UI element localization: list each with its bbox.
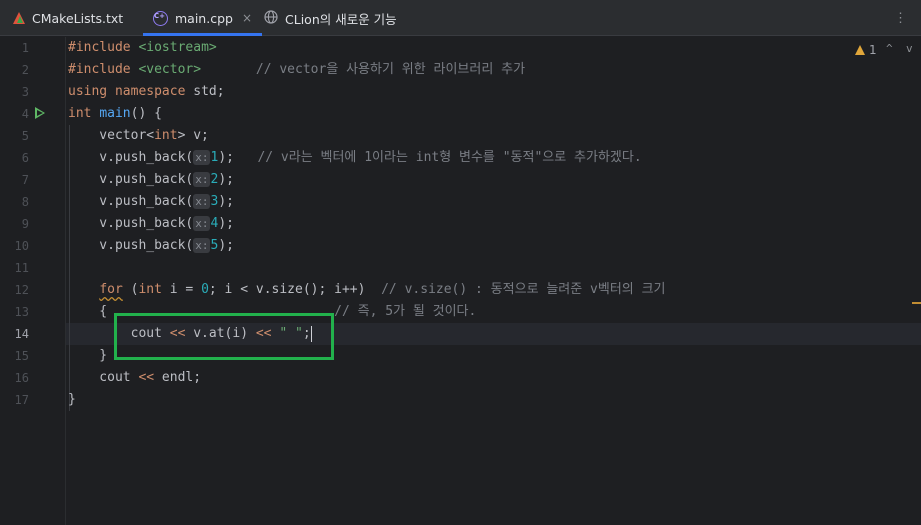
run-icon[interactable] bbox=[35, 107, 45, 119]
line-number-gutter: 1 2 3 4 5 6 7 8 9 10 11 12 13 14 15 16 1… bbox=[0, 37, 66, 525]
code-line-17: } bbox=[68, 392, 76, 407]
code-line-3: using namespace std; bbox=[68, 84, 225, 99]
code-line-2: #include <vector> // vector을 사용하기 위한 라이브… bbox=[68, 62, 526, 77]
next-highlight-icon[interactable]: v bbox=[906, 42, 913, 55]
line-number: 2 bbox=[21, 63, 29, 77]
tab-main-cpp[interactable]: C+ main.cpp × bbox=[143, 0, 262, 36]
tab-label: main.cpp bbox=[175, 10, 233, 26]
line-number: 1 bbox=[21, 41, 29, 55]
line-number: 3 bbox=[21, 85, 29, 99]
cmake-icon bbox=[13, 12, 25, 24]
line-number: 5 bbox=[21, 129, 29, 143]
line-number: 13 bbox=[14, 305, 29, 319]
line-number: 7 bbox=[21, 173, 29, 187]
previous-highlight-icon[interactable]: ^ bbox=[886, 42, 893, 55]
more-options-icon[interactable]: ⋮ bbox=[894, 11, 907, 26]
line-number: 12 bbox=[14, 283, 29, 297]
code-editor[interactable]: #include <iostream> #include <vector> //… bbox=[66, 37, 921, 525]
parameter-hint: x: bbox=[193, 216, 211, 231]
tab-cmakelists[interactable]: CMakeLists.txt bbox=[13, 0, 123, 36]
code-line-4: int main() { bbox=[68, 106, 162, 121]
warning-count: 1 bbox=[869, 43, 877, 57]
parameter-hint: x: bbox=[193, 150, 211, 165]
line-number: 11 bbox=[14, 261, 29, 275]
code-line-12: for (int i = 0; i < v.size(); i++) // v.… bbox=[99, 282, 666, 297]
annotation-highlight-box bbox=[114, 313, 334, 360]
tab-label: CLion의 새로운 기능 bbox=[285, 11, 397, 27]
tab-whats-new[interactable]: CLion의 새로운 기능 bbox=[264, 0, 397, 36]
code-line-7: v.push_back(x: 2); bbox=[68, 172, 234, 187]
globe-icon bbox=[264, 9, 278, 27]
code-line-5: vector<int> v; bbox=[68, 128, 209, 143]
code-line-10: v.push_back(x: 5); bbox=[68, 238, 234, 253]
line-number: 8 bbox=[21, 195, 29, 209]
line-number: 16 bbox=[14, 371, 29, 385]
code-line-9: v.push_back(x: 4); bbox=[68, 216, 234, 231]
inspection-widget[interactable]: 1 bbox=[855, 43, 877, 57]
code-line-16: cout << endl; bbox=[68, 370, 202, 385]
code-line-6: v.push_back(x: 1); // v라는 벡터에 1이라는 int형 변… bbox=[68, 150, 642, 165]
code-line-8: v.push_back(x: 3); bbox=[68, 194, 234, 209]
line-number: 15 bbox=[14, 349, 29, 363]
parameter-hint: x: bbox=[193, 172, 211, 187]
line-number: 17 bbox=[14, 393, 29, 407]
close-icon[interactable]: × bbox=[242, 11, 252, 25]
line-number: 9 bbox=[21, 217, 29, 231]
line-number-current: 14 bbox=[14, 327, 29, 341]
line-number: 10 bbox=[14, 239, 29, 253]
code-line-1: #include <iostream> bbox=[68, 40, 217, 55]
tab-label: CMakeLists.txt bbox=[32, 10, 124, 26]
parameter-hint: x: bbox=[193, 194, 211, 209]
line-number: 6 bbox=[21, 151, 29, 165]
editor-tab-bar: CMakeLists.txt C+ main.cpp × CLion의 새로운 … bbox=[0, 0, 921, 36]
warning-icon bbox=[855, 45, 865, 55]
warning-stripe-marker[interactable] bbox=[912, 302, 921, 304]
line-number: 4 bbox=[21, 107, 29, 121]
cpp-file-icon: C+ bbox=[153, 10, 168, 26]
parameter-hint: x: bbox=[193, 238, 211, 253]
code-line-15: } bbox=[68, 348, 108, 363]
